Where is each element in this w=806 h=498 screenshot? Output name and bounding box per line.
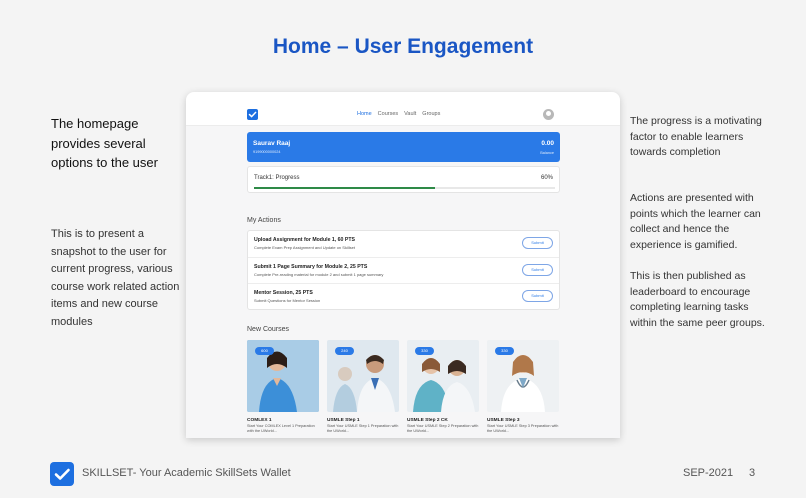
course-title: USMLE Step 3 <box>487 418 520 423</box>
course-desc: Start Your USMLE Step 3 Preparation with… <box>487 424 559 433</box>
course-image: 600 <box>247 340 319 412</box>
nav-groups[interactable]: Groups <box>422 111 440 117</box>
app-logo-icon[interactable] <box>247 109 258 120</box>
course-points-badge: 330 <box>495 347 514 355</box>
actions-title: My Actions <box>247 217 281 224</box>
action-desc: Complete Exam Prep Assignment and Update… <box>254 245 355 250</box>
action-desc: Submit Questions for Mentor Session <box>254 298 321 303</box>
course-points-badge: 330 <box>415 347 434 355</box>
footer-logo-icon <box>50 462 74 486</box>
action-title: Upload Assignment for Module 1, 60 PTS <box>254 237 355 243</box>
progress-value: 60% <box>540 175 553 181</box>
course-card[interactable]: 330 USMLE Step 2 CK Start Your USMLE Ste… <box>407 340 479 434</box>
course-card[interactable]: 600 COMLEX 1 Start Your COMLEX Level 1 P… <box>247 340 319 434</box>
app-navbar: Home Courses Vault Groups <box>186 92 620 126</box>
progress-track <box>254 187 555 189</box>
action-desc: Complete Pre-reading material for module… <box>254 271 384 277</box>
course-desc: Start Your USMLE Step 1 Preparation with… <box>327 424 399 433</box>
balance-card[interactable]: Saurav Raaj 9199000000024 0.00 Balance <box>247 132 560 162</box>
left-body: This is to present a snapshot to the use… <box>51 228 180 328</box>
footer-date: SEP-2021 <box>683 467 734 479</box>
slide-title: Home – User Engagement <box>272 35 534 58</box>
action-row: Submit 1 Page Summary for Module 2, 25 P… <box>248 258 559 284</box>
nav-home[interactable]: Home <box>357 111 372 117</box>
course-image: 330 <box>487 340 559 412</box>
course-points-badge: 600 <box>255 347 274 355</box>
app-mockup: Home Courses Vault Groups Saurav Raaj 91… <box>186 92 620 438</box>
course-title: COMLEX 1 <box>247 418 272 423</box>
actions-list: Upload Assignment for Module 1, 60 PTS C… <box>247 230 560 310</box>
submit-button[interactable]: Submit <box>522 263 553 276</box>
course-title: USMLE Step 2 CK <box>407 418 448 423</box>
nav-vault[interactable]: Vault <box>404 111 416 117</box>
course-image: 330 <box>407 340 479 412</box>
progress-label: Track1: Progress <box>254 175 300 181</box>
right-note-leaderboard: This is then published as leaderboard to… <box>630 270 765 329</box>
course-card[interactable]: 330 USMLE Step 3 Start Your USMLE Step 3… <box>487 340 559 434</box>
balance-amount: 0.00 <box>541 140 554 147</box>
user-id: 9199000000024 <box>253 150 281 154</box>
nav-courses[interactable]: Courses <box>378 111 398 117</box>
course-points-badge: 240 <box>335 347 354 355</box>
course-title: USMLE Step 1 <box>327 418 360 423</box>
submit-button[interactable]: Submit <box>522 290 553 302</box>
course-desc: Start Your USMLE Step 2 Preparation with… <box>407 424 479 433</box>
right-note-progress: The progress is a motivating factor to e… <box>630 115 762 159</box>
page-number: 3 <box>749 467 756 479</box>
avatar-icon[interactable] <box>543 109 554 120</box>
right-note-actions: Actions are presented with points which … <box>630 192 761 251</box>
footer-brand: SKILLSET- Your Academic SkillSets Wallet <box>82 467 291 479</box>
action-title: Submit 1 Page Summary for Module 2, 25 P… <box>254 263 368 270</box>
course-image: 240 <box>327 340 399 412</box>
submit-button[interactable]: Submit <box>522 237 553 249</box>
courses-list: 600 COMLEX 1 Start Your COMLEX Level 1 P… <box>247 340 561 438</box>
course-desc: Start Your COMLEX Level 1 Preparation wi… <box>247 424 315 433</box>
progress-fill <box>254 187 435 189</box>
left-heading: The homepage provides several options to… <box>51 116 158 170</box>
action-title: Mentor Session, 25 PTS <box>254 290 313 296</box>
course-card[interactable]: 240 USMLE Step 1 Start Your USMLE Step 1… <box>327 340 399 434</box>
balance-label: Balance <box>540 151 554 155</box>
user-name: Saurav Raaj <box>253 140 291 147</box>
app-content: Saurav Raaj 9199000000024 0.00 Balance T… <box>186 126 620 438</box>
progress-card[interactable]: Track1: Progress 60% <box>247 166 560 193</box>
courses-title: New Courses <box>247 326 290 333</box>
action-row: Upload Assignment for Module 1, 60 PTS C… <box>248 231 559 258</box>
action-row: Mentor Session, 25 PTS Submit Questions … <box>248 284 559 311</box>
